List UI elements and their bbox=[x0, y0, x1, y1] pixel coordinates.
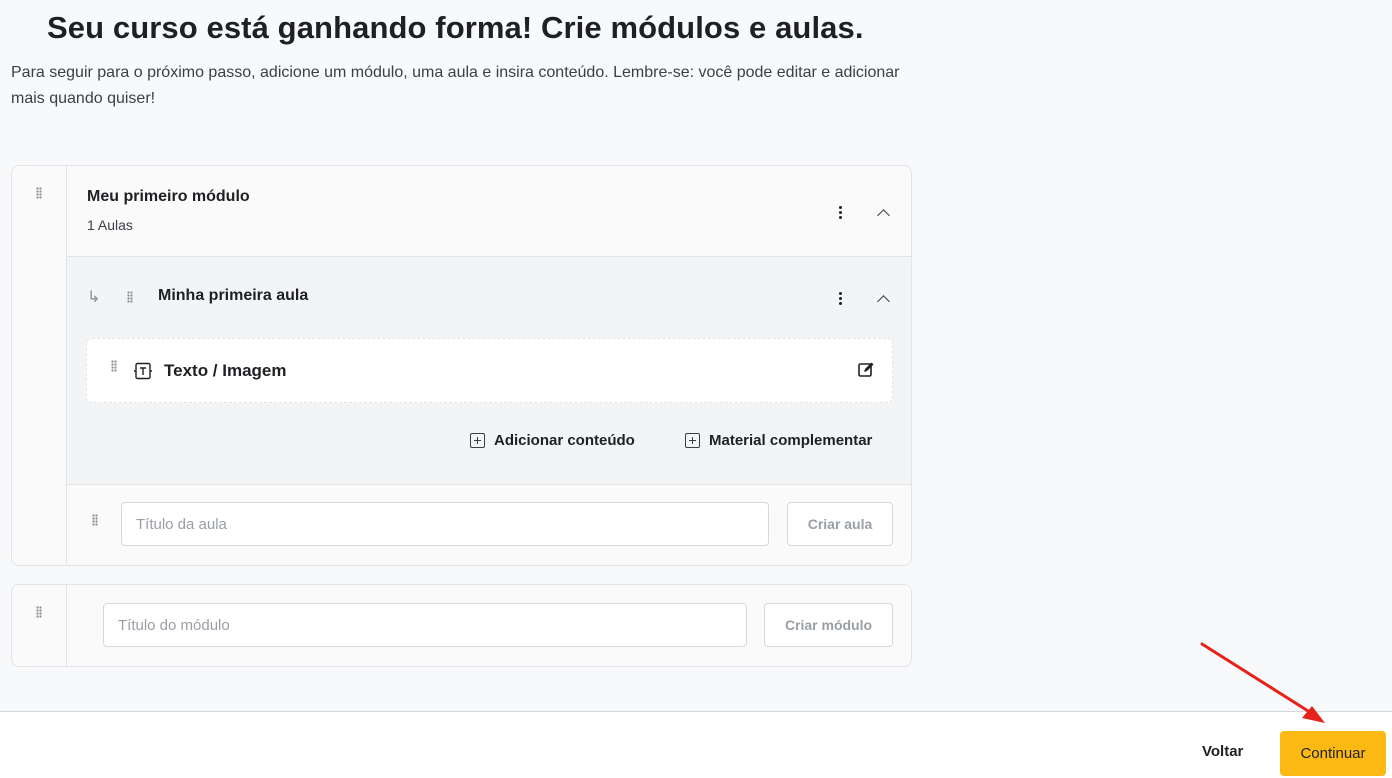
module-drag-rail bbox=[12, 166, 67, 565]
footer-bar: Voltar Continuar bbox=[0, 711, 1392, 778]
new-module-drag-rail bbox=[12, 585, 67, 666]
module-lesson-count: 1 Aulas bbox=[87, 217, 133, 233]
content-item[interactable]: Texto / Imagem bbox=[86, 338, 893, 403]
nested-arrow-icon: ↳ bbox=[87, 287, 101, 306]
continue-button[interactable]: Continuar bbox=[1280, 731, 1386, 776]
edit-icon[interactable] bbox=[856, 360, 876, 380]
module-drag-handle-icon[interactable] bbox=[36, 187, 42, 199]
lesson-collapse-chevron-icon[interactable] bbox=[874, 289, 894, 309]
supplementary-material-button[interactable]: Material complementar bbox=[685, 432, 872, 449]
new-module-drag-handle-icon[interactable] bbox=[36, 606, 42, 618]
create-module-button[interactable]: Criar módulo bbox=[764, 603, 893, 647]
module-more-options-icon[interactable] bbox=[832, 202, 848, 222]
new-lesson-drag-handle-icon[interactable] bbox=[92, 514, 98, 526]
supplementary-material-label: Material complementar bbox=[709, 432, 873, 449]
page-subtitle: Para seguir para o próximo passo, adicio… bbox=[11, 64, 900, 107]
lesson-title-input[interactable] bbox=[121, 502, 769, 546]
add-content-button[interactable]: Adicionar conteúdo bbox=[470, 432, 635, 449]
module-title[interactable]: Meu primeiro módulo bbox=[87, 188, 250, 206]
lesson-drag-handle-icon[interactable] bbox=[127, 291, 133, 303]
module-title-input[interactable] bbox=[103, 603, 747, 647]
module-collapse-chevron-icon[interactable] bbox=[874, 203, 894, 223]
add-content-label: Adicionar conteúdo bbox=[494, 432, 635, 449]
lesson-more-options-icon[interactable] bbox=[832, 288, 848, 308]
plus-square-icon bbox=[470, 433, 485, 448]
content-drag-handle-icon[interactable] bbox=[111, 360, 117, 372]
plus-square-icon bbox=[685, 433, 700, 448]
lesson-title[interactable]: Minha primeira aula bbox=[158, 287, 308, 305]
text-image-icon bbox=[134, 362, 152, 380]
page-title: Seu curso está ganhando forma! Crie módu… bbox=[47, 10, 864, 45]
create-lesson-button[interactable]: Criar aula bbox=[787, 502, 893, 546]
module-card: Meu primeiro módulo 1 Aulas ↳ Minha prim… bbox=[11, 165, 912, 566]
back-button[interactable]: Voltar bbox=[1188, 731, 1257, 771]
content-item-label: Texto / Imagem bbox=[164, 361, 287, 380]
lesson-section: ↳ Minha primeira aula Texto / Imagem Adi… bbox=[67, 256, 911, 485]
new-module-card: Criar módulo bbox=[11, 584, 912, 667]
